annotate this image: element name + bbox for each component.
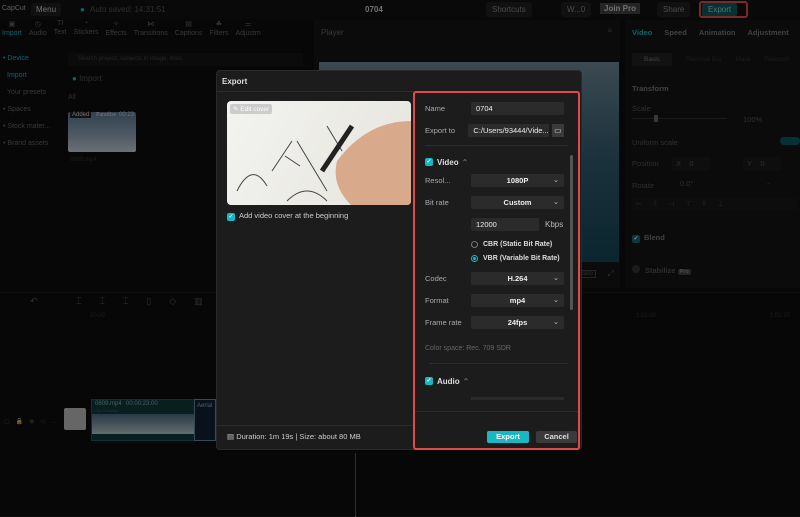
resolution-select[interactable]: 1080P ⌄ [471,173,564,187]
format-select[interactable]: mp4 ⌄ [471,293,564,307]
format-label: Format [425,295,449,305]
folder-icon[interactable]: ▭ [551,123,564,137]
settings-highlight: Name 0704 Export to C:/Users/93444/Vide...… [413,91,580,450]
duration-size-info: ▤ Duration: 1m 19s | Size: about 80 MB [227,432,361,441]
cover-preview: ✎ Edit cover [227,101,411,205]
kbps-unit: Kbps [545,219,564,229]
framerate-label: Frame rate [425,317,462,327]
video-checkbox[interactable]: ✓ [425,158,433,166]
name-input[interactable]: 0704 [471,101,564,115]
export-to-label: Export to [425,125,456,135]
cancel-button[interactable]: Cancel [536,431,577,443]
cbr-radio[interactable] [471,240,478,248]
name-label: Name [425,103,446,113]
chevron-down-icon: ⌄ [553,177,559,184]
codec-label: Codec [425,273,447,283]
color-space-info: Color space: Rec. 709 SDR [425,345,511,352]
audio-section-header[interactable]: ✓ Audio ⌃ [425,374,564,388]
chevron-down-icon: ⌄ [553,199,559,206]
codec-select[interactable]: H.264 ⌄ [471,271,564,285]
vbr-option[interactable]: VBR (Variable Bit Rate) [471,251,564,265]
vbr-radio[interactable] [471,254,478,262]
chevron-down-icon: ⌄ [553,297,559,304]
pencil-icon: ✎ [233,106,239,113]
chevron-down-icon: ⌄ [553,275,559,282]
settings-scrollbar[interactable] [570,155,573,310]
bitrate-label: Bit rate [425,197,449,207]
framerate-select[interactable]: 24fps ⌄ [471,315,564,329]
export-path-input[interactable]: C:/Users/93444/Vide... [468,123,549,137]
audio-checkbox[interactable]: ✓ [425,377,433,385]
bitrate-input[interactable]: 12000 [471,217,539,231]
bitrate-select[interactable]: Custom ⌄ [471,195,564,209]
cbr-option[interactable]: CBR (Static Bit Rate) [471,237,564,251]
add-cover-option[interactable]: ✓ Add video cover at the beginning [227,211,348,221]
export-button[interactable]: Export [487,431,529,443]
film-icon: ▤ [227,432,235,441]
cover-drawing [236,121,411,205]
edit-cover-button[interactable]: ✎ Edit cover [230,104,273,114]
video-section-header[interactable]: ✓ Video ⌃ [425,155,564,169]
export-dialog: Export ✎ Edit cover ✓ Add video cover at … [216,70,582,450]
add-cover-checkbox[interactable]: ✓ [227,213,235,221]
chevron-down-icon: ⌄ [553,319,559,326]
dialog-title: Export [222,77,248,86]
resolution-label: Resol... [425,175,451,185]
